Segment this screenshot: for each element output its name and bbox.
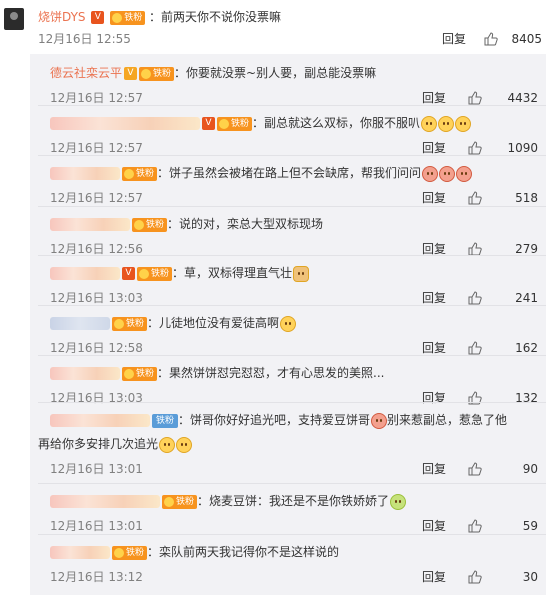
- like-thumb-icon[interactable]: [468, 570, 482, 584]
- reply-button[interactable]: 回复: [422, 189, 446, 207]
- like-thumb-icon[interactable]: [468, 191, 482, 205]
- verified-v-icon: V: [202, 117, 215, 130]
- parent-comment: 烧饼DYS V 铁粉 ：前两天你不说你没票嘛 12月16日 12:55 回复 8…: [0, 0, 550, 54]
- reply-text-line2: 再给你多安排几次追光: [38, 437, 159, 451]
- comment-date: 12月16日 12:55: [38, 32, 131, 46]
- reply-item: 铁粉 ：烧麦豆饼：我还是不是你铁娇娇了 12月16日 13:01 回复 59: [38, 486, 538, 538]
- reply-item: V 铁粉 ：副总就这么双标，你服不服叭 12月16日 12:57 回复 1090: [38, 108, 538, 160]
- divider: [38, 534, 546, 535]
- like-count: 30: [522, 570, 538, 584]
- reply-text: ：说的对，栾总大型双标现场: [167, 217, 324, 231]
- verified-v-icon: V: [124, 67, 138, 80]
- emoji-icon: [439, 165, 456, 182]
- reply-text-cont: 别来惹副总，惹急了他: [387, 413, 508, 427]
- like-thumb-icon[interactable]: [468, 91, 482, 105]
- reply-item: 德云社栾云平 V 铁粉 ：你要就没票~别人要，副总能没票嘛 12月16日 12:57 回复…: [38, 58, 538, 110]
- like-count: 518: [515, 191, 538, 205]
- blurred-replier-name[interactable]: [50, 267, 120, 280]
- fan-badge[interactable]: 铁粉: [110, 10, 146, 25]
- reply-date: 12月16日 13:12: [50, 570, 143, 584]
- blurred-replier-name[interactable]: [50, 317, 110, 330]
- emoji-icon: [293, 265, 310, 282]
- reply-text: ：你要就没票~别人要，副总能没票嘛: [174, 66, 377, 80]
- like-thumb-icon[interactable]: [484, 32, 498, 46]
- verified-v-icon: V: [122, 267, 135, 280]
- emoji-icon: [421, 115, 438, 132]
- replier-name[interactable]: 德云社栾云平: [50, 66, 122, 80]
- divider: [38, 402, 546, 403]
- divider: [38, 483, 546, 484]
- divider: [38, 355, 546, 356]
- divider: [38, 105, 546, 106]
- emoji-icon: [176, 436, 193, 453]
- reply-button[interactable]: 回复: [422, 517, 446, 535]
- fan-badge[interactable]: 铁粉: [112, 545, 148, 560]
- fan-badge[interactable]: 铁粉: [137, 266, 173, 281]
- commenter-name[interactable]: 烧饼DYS: [38, 10, 86, 24]
- reply-item: 铁粉 ：饼子虽然会被堵在路上但不会缺席，帮我们问问 12月16日 12:57 回复 51…: [38, 158, 538, 210]
- like-count: 90: [522, 462, 538, 476]
- like-thumb-icon[interactable]: [468, 141, 482, 155]
- reply-text: ：草，双标得理直气壮: [172, 266, 293, 280]
- reply-item: 铁粉 ：栾队前两天我记得你不是这样说的 12月16日 13:12 回复 30: [38, 537, 538, 589]
- comment-text: ：前两天你不说你没票嘛: [149, 10, 282, 24]
- blurred-replier-name[interactable]: [50, 117, 200, 130]
- like-count: 8405: [511, 32, 542, 46]
- fan-badge[interactable]: 铁粉: [139, 66, 175, 81]
- reply-date: 12月16日 13:01: [50, 519, 143, 533]
- reply-text: ：饼子虽然会被堵在路上但不会缺席，帮我们问问: [157, 166, 422, 180]
- reply-item: 铁粉 ：儿徒地位没有爱徒高啊 12月16日 12:58 回复 162: [38, 308, 538, 360]
- avatar[interactable]: [4, 8, 24, 30]
- reply-button[interactable]: 回复: [442, 30, 466, 48]
- divider: [38, 255, 546, 256]
- fan-badge[interactable]: 铁粉: [122, 366, 158, 381]
- emoji-icon: [456, 165, 473, 182]
- like-thumb-icon[interactable]: [468, 291, 482, 305]
- fan-badge[interactable]: 铁粉: [122, 166, 158, 181]
- emoji-icon: [438, 115, 455, 132]
- reply-item: 铁粉 ：饼哥你好好追光吧，支持爱豆饼哥 别来惹副总，惹急了他再给你多安排几次追光 12…: [38, 405, 538, 478]
- emoji-icon: [390, 493, 407, 510]
- fan-badge[interactable]: 铁粉: [112, 316, 148, 331]
- emoji-icon: [280, 315, 297, 332]
- reply-item: V 铁粉 ：草，双标得理直气壮 12月16日 13:03 回复 241: [38, 258, 538, 310]
- blurred-replier-name[interactable]: [50, 167, 120, 180]
- reply-item: 铁粉 ：说的对，栾总大型双标现场 12月16日 12:56 回复 279: [38, 209, 538, 261]
- divider: [38, 206, 546, 207]
- reply-button[interactable]: 回复: [422, 460, 446, 478]
- reply-date: 12月16日 13:01: [50, 462, 143, 476]
- blurred-replier-name[interactable]: [50, 495, 160, 508]
- like-thumb-icon[interactable]: [468, 462, 482, 476]
- like-thumb-icon[interactable]: [468, 519, 482, 533]
- fan-badge[interactable]: 铁粉: [152, 413, 179, 428]
- like-thumb-icon[interactable]: [468, 341, 482, 355]
- like-count: 59: [522, 519, 538, 533]
- divider: [38, 305, 546, 306]
- reply-button[interactable]: 回复: [422, 568, 446, 586]
- blurred-replier-name[interactable]: [50, 218, 130, 231]
- reply-text: ：饼哥你好好追光吧，支持爱豆饼哥: [178, 413, 371, 427]
- emoji-icon: [159, 436, 176, 453]
- blurred-replier-name[interactable]: [50, 546, 110, 559]
- emoji-icon: [371, 412, 388, 429]
- reply-text: ：果然饼饼怼完怼怼，才有心思发的美照...: [157, 366, 385, 380]
- reply-text: ：儿徒地位没有爱徒高啊: [147, 316, 280, 330]
- fan-badge[interactable]: 铁粉: [132, 217, 168, 232]
- reply-date: 12月16日 12:57: [50, 191, 143, 205]
- verified-v-icon: V: [91, 11, 105, 24]
- blurred-replier-name[interactable]: [50, 367, 120, 380]
- like-thumb-icon[interactable]: [468, 242, 482, 256]
- fan-badge[interactable]: 铁粉: [217, 116, 253, 131]
- emoji-icon: [422, 165, 439, 182]
- blurred-replier-name[interactable]: [50, 414, 150, 427]
- emoji-icon: [455, 115, 472, 132]
- reply-text: ：烧麦豆饼：我还是不是你铁娇娇了: [197, 494, 390, 508]
- reply-text: ：副总就这么双标，你服不服叭: [252, 116, 421, 130]
- fan-badge[interactable]: 铁粉: [162, 494, 198, 509]
- divider: [38, 155, 546, 156]
- reply-text: ：栾队前两天我记得你不是这样说的: [147, 545, 340, 559]
